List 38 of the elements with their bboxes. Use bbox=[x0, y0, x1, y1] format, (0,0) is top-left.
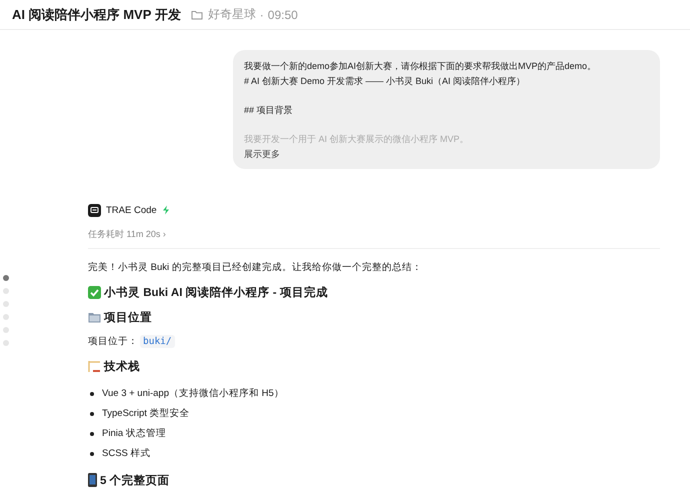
message-line: ## 项目背景 bbox=[244, 104, 294, 116]
nav-dot[interactable] bbox=[3, 301, 9, 307]
terminal-icon bbox=[88, 204, 101, 216]
folder-icon bbox=[190, 10, 203, 20]
list-item-text: Vue 3 + uni-app（支持微信小程序和 H5） bbox=[102, 387, 284, 400]
message-line: # AI 创新大赛 Demo 开发需求 —— 小书灵 Buki（AI 阅读陪伴小程序） bbox=[244, 74, 526, 88]
timestamp: 09:50 bbox=[268, 8, 298, 22]
conversation-title: AI 阅读陪伴小程序 MVP 开发 bbox=[12, 6, 181, 24]
bullet-dot bbox=[90, 432, 94, 436]
list-item-text: SCSS 样式 bbox=[102, 447, 151, 460]
checkmark-icon bbox=[88, 286, 101, 298]
nav-dot[interactable] bbox=[3, 327, 9, 333]
section-heading: 5 个完整页面 bbox=[100, 473, 170, 488]
task-duration-toggle[interactable]: 任务耗时 11m 20s › bbox=[88, 228, 660, 240]
construction-icon bbox=[88, 360, 101, 372]
agent-name: TRAE Code bbox=[106, 204, 157, 216]
folder-icon bbox=[88, 312, 101, 322]
lightning-icon bbox=[162, 205, 170, 215]
bullet-dot bbox=[90, 412, 94, 416]
nav-dot[interactable] bbox=[3, 275, 9, 281]
workspace-name: 好奇星球 bbox=[208, 6, 256, 23]
nav-dot[interactable] bbox=[3, 288, 9, 294]
list-item-text: TypeScript 类型安全 bbox=[102, 407, 190, 420]
nav-dot[interactable] bbox=[3, 314, 9, 320]
section-heading: 技术栈 bbox=[104, 359, 140, 374]
bullet-dot bbox=[90, 392, 94, 396]
code-path: buki/ bbox=[140, 334, 175, 348]
nav-dot[interactable] bbox=[3, 340, 9, 346]
section-heading: 小书灵 Buki AI 阅读陪伴小程序 - 项目完成 bbox=[104, 285, 328, 300]
location-label: 项目位于： bbox=[88, 334, 138, 348]
bullet-dot bbox=[90, 452, 94, 456]
message-line: 我要做一个新的demo参加AI创新大赛，请你根据下面的要求帮我做出MVP的产品demo。 bbox=[244, 60, 598, 73]
show-more-link[interactable]: 展示更多 bbox=[244, 147, 280, 162]
summary-text: 完美！小书灵 Buki 的完整项目已经创建完成。让我给你做一个完整的总结： bbox=[88, 260, 423, 274]
separator-dot: · bbox=[260, 8, 264, 22]
section-heading: 项目位置 bbox=[104, 310, 152, 324]
phone-icon bbox=[88, 473, 97, 487]
list-item-text: Pinia 状态管理 bbox=[102, 427, 166, 440]
